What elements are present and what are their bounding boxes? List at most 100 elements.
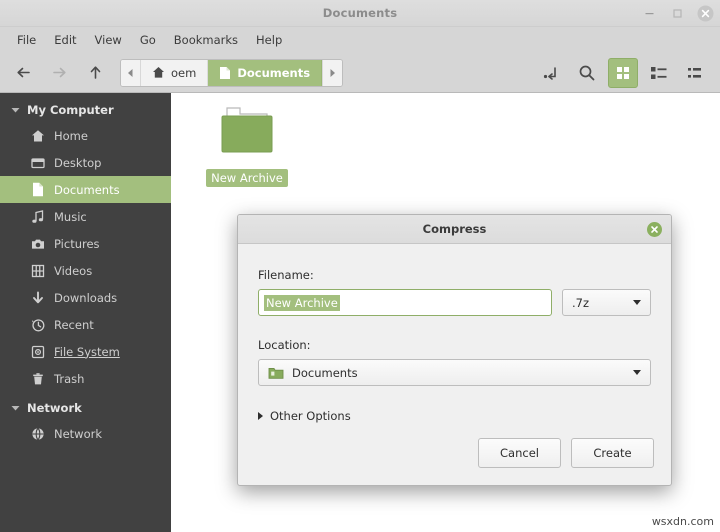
sidebar-item-music[interactable]: Music xyxy=(0,203,171,230)
globe-icon xyxy=(30,426,45,441)
compact-view-button[interactable] xyxy=(680,58,710,88)
close-icon xyxy=(697,5,714,22)
filename-row: New Archive .7z xyxy=(258,289,651,316)
location-label: Location: xyxy=(258,338,651,352)
compact-view-icon xyxy=(686,65,704,81)
window-controls xyxy=(640,0,714,27)
film-icon xyxy=(30,263,45,278)
home-icon xyxy=(30,128,45,143)
breadcrumb-scroll-right[interactable] xyxy=(322,60,342,86)
breadcrumb-scroll-left[interactable] xyxy=(121,60,141,86)
arrow-up-icon xyxy=(87,64,104,81)
sidebar-item-label: File System xyxy=(54,345,120,359)
chevron-left-icon xyxy=(126,68,135,78)
minimize-button[interactable] xyxy=(640,5,658,23)
menu-bar: File Edit View Go Bookmarks Help xyxy=(0,27,720,53)
clock-icon xyxy=(30,317,45,332)
menu-go[interactable]: Go xyxy=(131,30,165,50)
sidebar-item-label: Desktop xyxy=(54,156,101,170)
sidebar-item-label: Recent xyxy=(54,318,94,332)
sidebar-item-videos[interactable]: Videos xyxy=(0,257,171,284)
forward-button[interactable] xyxy=(46,60,72,86)
home-icon xyxy=(152,66,165,79)
folder-small-icon xyxy=(268,366,284,380)
back-button[interactable] xyxy=(10,60,36,86)
filename-input[interactable]: New Archive xyxy=(258,289,552,316)
list-view-button[interactable] xyxy=(644,58,674,88)
chevron-right-icon xyxy=(328,68,337,78)
format-dropdown[interactable]: .7z xyxy=(562,289,651,316)
sidebar-item-recent[interactable]: Recent xyxy=(0,311,171,338)
menu-edit[interactable]: Edit xyxy=(45,30,85,50)
create-button[interactable]: Create xyxy=(571,438,654,468)
minimize-icon xyxy=(644,8,655,19)
watermark: wsxdn.com xyxy=(652,515,714,528)
sidebar-item-label: Trash xyxy=(54,372,84,386)
dialog-title-bar: Compress xyxy=(238,215,671,244)
folder-icon xyxy=(214,105,280,163)
sidebar-item-desktop[interactable]: Desktop xyxy=(0,149,171,176)
sidebar-item-trash[interactable]: Trash xyxy=(0,365,171,392)
dialog-buttons: Cancel Create xyxy=(478,438,654,468)
menu-help[interactable]: Help xyxy=(247,30,291,50)
path-entry-button[interactable] xyxy=(536,58,566,88)
arrow-left-icon xyxy=(15,64,32,81)
cancel-button[interactable]: Cancel xyxy=(478,438,561,468)
search-icon xyxy=(578,64,596,82)
breadcrumb-label: Documents xyxy=(237,66,310,80)
sidebar-group-network[interactable]: Network xyxy=(0,396,171,420)
sidebar-item-downloads[interactable]: Downloads xyxy=(0,284,171,311)
close-button[interactable] xyxy=(696,5,714,23)
format-value: .7z xyxy=(572,296,589,310)
sidebar-item-file-system[interactable]: File System xyxy=(0,338,171,365)
menu-file[interactable]: File xyxy=(8,30,45,50)
sidebar: My Computer Home Desktop xyxy=(0,93,171,532)
filename-label: Filename: xyxy=(258,268,651,282)
breadcrumb: oem Documents xyxy=(120,59,343,87)
sidebar-item-network[interactable]: Network xyxy=(0,420,171,447)
maximize-icon xyxy=(672,8,683,19)
location-value: Documents xyxy=(292,366,358,380)
drive-icon xyxy=(30,344,45,359)
search-button[interactable] xyxy=(572,58,602,88)
up-button[interactable] xyxy=(82,60,108,86)
maximize-button[interactable] xyxy=(668,5,686,23)
list-view-icon xyxy=(650,65,668,81)
document-icon xyxy=(219,66,231,80)
menu-bookmarks[interactable]: Bookmarks xyxy=(165,30,247,50)
other-options-label: Other Options xyxy=(270,409,351,423)
window-title: Documents xyxy=(323,6,398,20)
breadcrumb-item-oem[interactable]: oem xyxy=(141,60,208,86)
chevron-down-icon xyxy=(633,300,641,305)
file-manager-window: Documents File Edit View xyxy=(0,0,720,532)
path-entry-icon xyxy=(542,64,560,82)
location-dropdown[interactable]: Documents xyxy=(258,359,651,386)
filename-value: New Archive xyxy=(264,295,340,311)
dialog-close-button[interactable] xyxy=(647,222,662,237)
music-note-icon xyxy=(30,209,45,224)
sidebar-item-label: Documents xyxy=(54,183,120,197)
compress-dialog: Compress Filename: New Archive .7z Locat… xyxy=(237,214,672,486)
sidebar-group-my-computer[interactable]: My Computer xyxy=(0,98,171,122)
sidebar-item-label: Network xyxy=(54,427,102,441)
sidebar-item-documents[interactable]: Documents xyxy=(0,176,171,203)
chevron-down-icon xyxy=(11,404,20,412)
file-item-new-archive[interactable]: New Archive xyxy=(202,105,292,187)
file-item-label: New Archive xyxy=(206,169,288,187)
sidebar-item-label: Videos xyxy=(54,264,92,278)
icon-view-button[interactable] xyxy=(608,58,638,88)
grid-view-icon xyxy=(615,65,631,81)
other-options-expander[interactable]: Other Options xyxy=(258,409,651,423)
dialog-title: Compress xyxy=(423,222,487,236)
dialog-body: Filename: New Archive .7z Location: xyxy=(238,244,671,423)
breadcrumb-item-documents[interactable]: Documents xyxy=(208,60,322,86)
download-arrow-icon xyxy=(30,290,45,305)
document-icon xyxy=(30,182,45,197)
chevron-down-icon xyxy=(11,106,20,114)
sidebar-item-home[interactable]: Home xyxy=(0,122,171,149)
menu-view[interactable]: View xyxy=(86,30,131,50)
arrow-right-icon xyxy=(51,64,68,81)
camera-icon xyxy=(30,236,45,251)
sidebar-item-pictures[interactable]: Pictures xyxy=(0,230,171,257)
toolbar: oem Documents xyxy=(0,53,720,93)
